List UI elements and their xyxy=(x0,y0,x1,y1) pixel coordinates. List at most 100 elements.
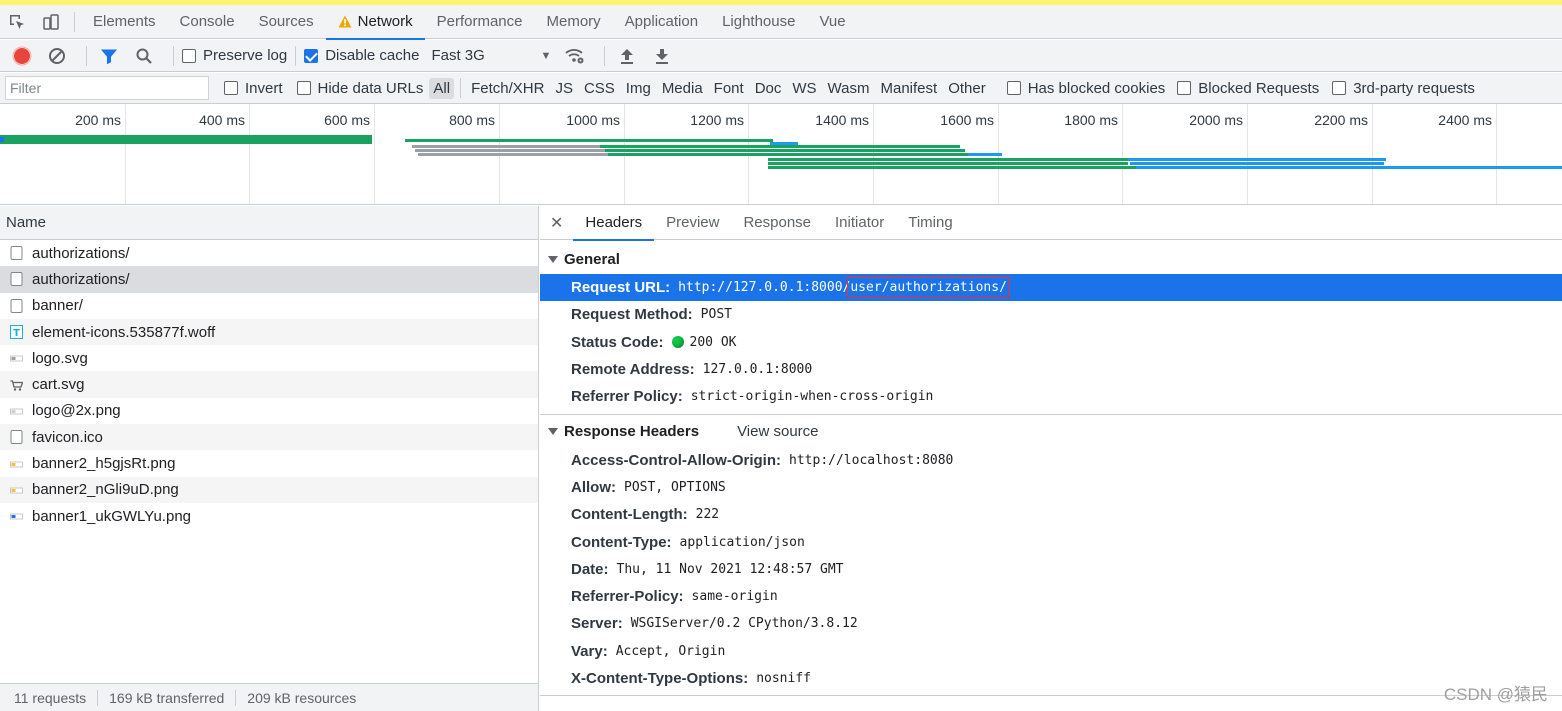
type-filter-css[interactable]: CSS xyxy=(580,78,619,99)
network-overview[interactable]: 200 ms 400 ms 600 ms 800 ms 1000 ms 1200 ms 14… xyxy=(0,104,1562,205)
timeline-tick-label: 400 ms xyxy=(199,112,245,128)
hide-data-urls-checkbox[interactable]: Hide data URLs xyxy=(296,80,423,97)
request-url-row[interactable]: Request URL: http://127.0.0.1:8000/user/… xyxy=(540,274,1562,302)
tab-application[interactable]: Application xyxy=(613,5,710,39)
request-row[interactable]: banner1_ukGWLYu.png xyxy=(0,503,538,529)
request-row[interactable]: banner2_nGli9uD.png xyxy=(0,476,538,503)
request-name: banner2_nGli9uD.png xyxy=(32,481,179,499)
type-filter-font[interactable]: Font xyxy=(710,78,748,99)
clear-icon[interactable] xyxy=(43,42,71,70)
timeline-tick-label: 2200 ms xyxy=(1314,112,1368,128)
type-filter-img[interactable]: Img xyxy=(622,78,655,99)
request-row[interactable]: cart.svg xyxy=(0,371,538,398)
tab-sources[interactable]: Sources xyxy=(247,5,326,39)
type-filter-manifest[interactable]: Manifest xyxy=(877,78,942,99)
toolbar-separator xyxy=(604,45,606,66)
invert-box[interactable] xyxy=(224,81,238,95)
toolbar-separator xyxy=(295,45,297,66)
preserve-log-checkbox[interactable]: Preserve log xyxy=(182,47,287,64)
request-method-value: POST xyxy=(700,307,732,323)
timeline-tick-label: 600 ms xyxy=(324,112,370,128)
disable-cache-checkbox[interactable]: Disable cache xyxy=(304,47,419,64)
throttle-select[interactable]: Fast 3G ▼ xyxy=(431,47,551,64)
view-source-link[interactable]: View source xyxy=(737,423,818,440)
third-party-checkbox[interactable]: 3rd-party requests xyxy=(1332,80,1475,97)
response-header-value: same-origin xyxy=(691,589,778,605)
request-bar xyxy=(605,149,965,152)
invert-checkbox[interactable]: Invert xyxy=(224,80,283,97)
section-divider xyxy=(540,414,1562,416)
request-row[interactable]: Telement-icons.535877f.woff xyxy=(0,318,538,346)
request-url-value[interactable]: http://127.0.0.1:8000/user/authorization… xyxy=(678,277,1010,299)
timeline-tick-label: 1600 ms xyxy=(940,112,994,128)
tab-memory[interactable]: Memory xyxy=(535,5,613,39)
response-headers-section-header[interactable]: Response Headers View source xyxy=(540,416,1562,446)
type-filter-media[interactable]: Media xyxy=(658,78,707,99)
network-conditions-icon[interactable] xyxy=(561,42,589,70)
request-row[interactable]: banner/ xyxy=(0,293,538,319)
tab-separator xyxy=(74,11,75,32)
has-blocked-cookies-checkbox[interactable]: Has blocked cookies xyxy=(1006,80,1165,97)
request-name: authorizations/ xyxy=(32,270,130,288)
type-filter-doc[interactable]: Doc xyxy=(751,78,786,99)
type-filter-wasm[interactable]: Wasm xyxy=(824,78,874,99)
request-row[interactable]: banner2_h5gjsRt.png xyxy=(0,450,538,476)
filter-icon[interactable] xyxy=(95,42,123,70)
tab-vue[interactable]: Vue xyxy=(807,5,857,39)
tab-lighthouse[interactable]: Lighthouse xyxy=(710,5,807,39)
tab-network[interactable]: Network xyxy=(325,5,425,40)
type-filter-fetch-xhr[interactable]: Fetch/XHR xyxy=(467,78,548,99)
type-filter-ws[interactable]: WS xyxy=(788,78,820,99)
doc-icon xyxy=(10,298,23,313)
details-tab-response[interactable]: Response xyxy=(731,206,823,240)
response-header-row: Vary: Accept, Origin xyxy=(540,638,1562,665)
third-party-box[interactable] xyxy=(1332,81,1347,95)
record-icon[interactable] xyxy=(8,42,36,70)
tab-elements[interactable]: Elements xyxy=(81,5,168,39)
search-icon[interactable] xyxy=(130,42,158,70)
request-details-panel: ✕ Headers Preview Response Initiator Timing … xyxy=(540,206,1562,711)
preserve-log-box[interactable] xyxy=(182,48,196,63)
throttle-value: Fast 3G xyxy=(431,47,485,64)
type-filter-other[interactable]: Other xyxy=(944,78,990,99)
blocked-requests-checkbox[interactable]: Blocked Requests xyxy=(1177,80,1319,97)
tab-performance[interactable]: Performance xyxy=(425,5,535,39)
timeline-tick-label: 800 ms xyxy=(449,112,495,128)
close-details-icon[interactable]: ✕ xyxy=(540,206,573,240)
general-section-header[interactable]: General xyxy=(540,244,1562,274)
type-filter-all[interactable]: All xyxy=(429,77,455,99)
tab-label: Console xyxy=(179,13,235,30)
response-header-row: Referrer-Policy: same-origin xyxy=(540,583,1562,610)
response-header-key: Access-Control-Allow-Origin: xyxy=(571,451,782,469)
disable-cache-box[interactable] xyxy=(304,48,319,63)
details-tab-preview[interactable]: Preview xyxy=(654,206,731,240)
response-header-key: Vary: xyxy=(571,642,608,660)
type-filter-js[interactable]: JS xyxy=(551,78,577,99)
remote-address-key: Remote Address: xyxy=(571,361,695,379)
request-bar xyxy=(768,162,1128,165)
details-tab-initiator[interactable]: Initiator xyxy=(823,206,896,240)
status-separator xyxy=(97,689,99,706)
disable-cache-label: Disable cache xyxy=(325,47,420,64)
request-row[interactable]: authorizations/ xyxy=(0,266,538,293)
tab-console[interactable]: Console xyxy=(168,5,247,39)
inspect-element-icon[interactable] xyxy=(0,5,34,39)
toolbar-separator xyxy=(86,45,87,66)
import-har-icon[interactable] xyxy=(613,42,641,70)
timeline-grid-line xyxy=(1247,104,1248,204)
hide-data-urls-box[interactable] xyxy=(296,81,311,95)
request-row[interactable]: favicon.ico xyxy=(0,424,538,451)
filter-input[interactable] xyxy=(5,76,209,100)
export-har-icon[interactable] xyxy=(648,42,676,70)
blocked-requests-box[interactable] xyxy=(1177,81,1192,95)
has-blocked-cookies-box[interactable] xyxy=(1006,81,1021,95)
request-row[interactable]: authorizations/ xyxy=(0,240,538,266)
request-row[interactable]: logo@2x.png xyxy=(0,398,538,424)
name-column-header[interactable]: Name xyxy=(0,206,538,240)
device-toolbar-icon[interactable] xyxy=(34,5,68,39)
details-tab-headers[interactable]: Headers xyxy=(573,206,654,241)
request-row[interactable]: logo.svg xyxy=(0,345,538,371)
response-header-row: Server: WSGIServer/0.2 CPython/3.8.12 xyxy=(540,610,1562,637)
doc-icon xyxy=(10,246,23,261)
details-tab-timing[interactable]: Timing xyxy=(896,206,964,240)
